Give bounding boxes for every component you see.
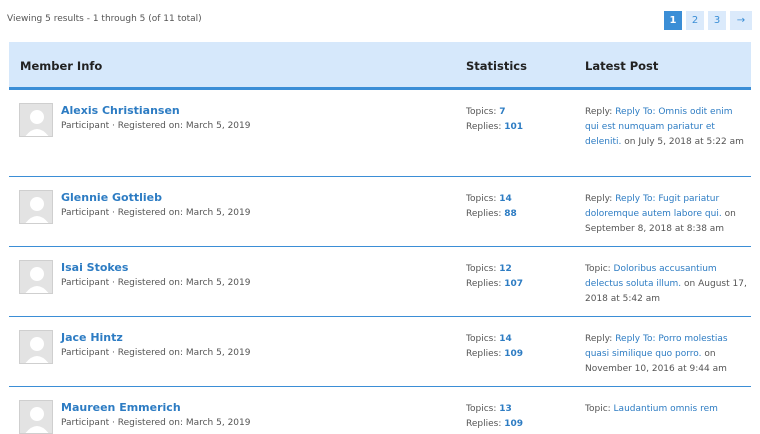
default-avatar-icon — [25, 267, 49, 293]
default-avatar-icon — [25, 337, 49, 363]
member-stats: Topics: 14 Replies: 109 — [466, 332, 523, 362]
avatar[interactable] — [19, 103, 53, 137]
pagination: 1 2 3 → — [664, 11, 752, 30]
topics-count: 7 — [499, 107, 506, 117]
table-row: Glennie Gottlieb Participant · Registere… — [9, 177, 751, 247]
post-on: on — [724, 209, 736, 219]
results-header: Viewing 5 results - 1 through 5 (of 11 t… — [0, 0, 760, 42]
page-2-button[interactable]: 2 — [686, 11, 704, 30]
topics-label: Topics: — [466, 264, 497, 274]
replies-label: Replies: — [466, 279, 502, 289]
column-header-member-info: Member Info — [20, 59, 103, 73]
member-name-link[interactable]: Glennie Gottlieb — [61, 191, 162, 204]
column-header-latest-post: Latest Post — [585, 59, 659, 73]
member-name-link[interactable]: Isai Stokes — [61, 261, 128, 274]
member-name-link[interactable]: Maureen Emmerich — [61, 401, 181, 414]
topics-label: Topics: — [466, 334, 497, 344]
post-on: on — [684, 279, 696, 289]
post-type: Reply: — [585, 334, 613, 344]
members-table: Member Info Statistics Latest Post Alexi… — [9, 42, 751, 434]
replies-label: Replies: — [466, 209, 502, 219]
topics-count: 12 — [499, 264, 512, 274]
post-date: July 5, 2018 at 5:22 am — [638, 137, 744, 147]
member-role-registered: Participant · Registered on: March 5, 20… — [61, 121, 251, 131]
replies-label: Replies: — [466, 122, 502, 132]
avatar[interactable] — [19, 260, 53, 294]
topics-count: 14 — [499, 194, 512, 204]
table-header: Member Info Statistics Latest Post — [9, 42, 751, 90]
member-role-registered: Participant · Registered on: March 5, 20… — [61, 278, 251, 288]
default-avatar-icon — [25, 407, 49, 433]
member-stats: Topics: 12 Replies: 107 — [466, 262, 523, 292]
page-3-button[interactable]: 3 — [708, 11, 726, 30]
member-stats: Topics: 13 Replies: 109 — [466, 402, 523, 432]
member-stats: Topics: 14 Replies: 88 — [466, 192, 517, 222]
latest-post-link[interactable]: Laudantium omnis rem — [614, 404, 718, 414]
replies-count: 88 — [504, 209, 517, 219]
table-row: Isai Stokes Participant · Registered on:… — [9, 247, 751, 317]
table-row: Jace Hintz Participant · Registered on: … — [9, 317, 751, 387]
latest-post: Topic: Doloribus accusantium delectus so… — [585, 262, 749, 307]
replies-count: 101 — [504, 122, 524, 132]
avatar[interactable] — [19, 400, 53, 434]
default-avatar-icon — [25, 110, 49, 136]
member-role-registered: Participant · Registered on: March 5, 20… — [61, 348, 251, 358]
avatar[interactable] — [19, 330, 53, 364]
replies-count: 109 — [504, 419, 524, 429]
replies-count: 109 — [504, 349, 524, 359]
topics-count: 13 — [499, 404, 512, 414]
post-on: on — [624, 137, 636, 147]
post-type: Reply: — [585, 107, 613, 117]
latest-post: Topic: Laudantium omnis rem — [585, 402, 749, 417]
post-type: Reply: — [585, 194, 613, 204]
member-stats: Topics: 7 Replies: 101 — [466, 105, 523, 135]
next-page-button[interactable]: → — [730, 11, 752, 30]
latest-post: Reply: Reply To: Fugit pariatur doloremq… — [585, 192, 749, 237]
post-on: on — [704, 349, 716, 359]
member-name-link[interactable]: Alexis Christiansen — [61, 104, 180, 117]
member-name-link[interactable]: Jace Hintz — [61, 331, 123, 344]
replies-label: Replies: — [466, 349, 502, 359]
replies-count: 107 — [504, 279, 524, 289]
table-row: Maureen Emmerich Participant · Registere… — [9, 387, 751, 434]
post-type: Topic: — [585, 404, 611, 414]
topics-label: Topics: — [466, 404, 497, 414]
table-row: Alexis Christiansen Participant · Regist… — [9, 90, 751, 177]
topics-count: 14 — [499, 334, 512, 344]
avatar[interactable] — [19, 190, 53, 224]
default-avatar-icon — [25, 197, 49, 223]
column-header-statistics: Statistics — [466, 59, 527, 73]
results-count: Viewing 5 results - 1 through 5 (of 11 t… — [7, 14, 202, 24]
member-role-registered: Participant · Registered on: March 5, 20… — [61, 208, 251, 218]
topics-label: Topics: — [466, 107, 497, 117]
latest-post: Reply: Reply To: Porro molestias quasi s… — [585, 332, 749, 377]
page-1-button[interactable]: 1 — [664, 11, 682, 30]
replies-label: Replies: — [466, 419, 502, 429]
latest-post: Reply: Reply To: Omnis odit enim qui est… — [585, 105, 749, 150]
post-type: Topic: — [585, 264, 611, 274]
post-date: September 8, 2018 at 8:38 am — [585, 224, 725, 234]
post-date: November 10, 2016 at 9:44 am — [585, 364, 727, 374]
topics-label: Topics: — [466, 194, 497, 204]
